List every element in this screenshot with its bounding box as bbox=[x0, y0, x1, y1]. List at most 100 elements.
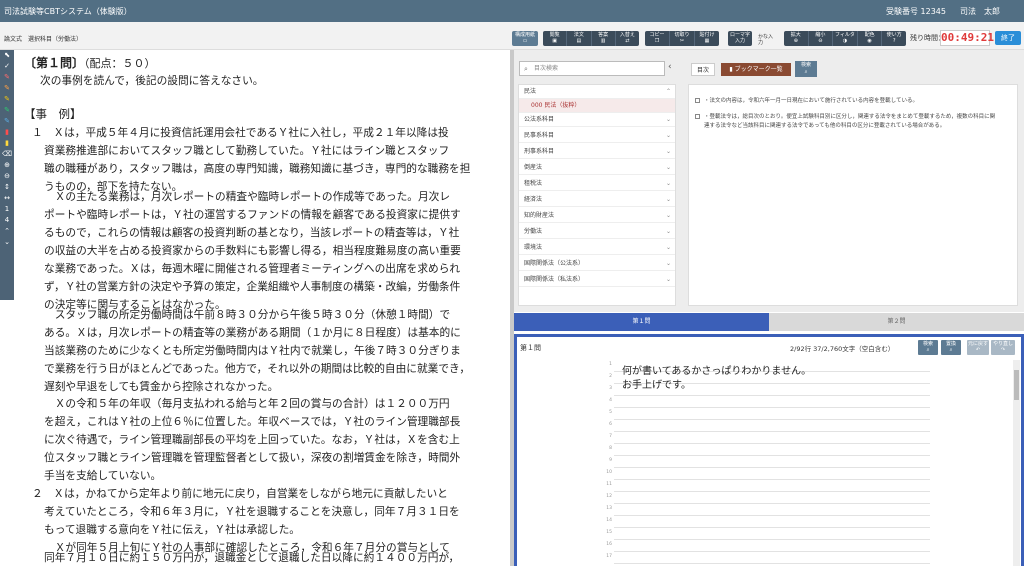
scrollbar-thumb[interactable] bbox=[1014, 370, 1019, 400]
question-panel: 〔第１問〕（配点：５０） 次の事例を読んで，後記の設問に答えなさい。 【事 例】… bbox=[14, 50, 510, 566]
collapse-chevron-icon[interactable]: ‹ bbox=[668, 62, 672, 72]
redo-icon: ↷ bbox=[1000, 347, 1006, 353]
answer-replace-button[interactable]: 置換 ⌕ bbox=[941, 340, 961, 355]
toc-item[interactable]: 公法系科目 ⌄ bbox=[519, 113, 675, 127]
answer-line bbox=[614, 456, 930, 468]
tab-answer-1[interactable]: 第１問 bbox=[514, 313, 769, 331]
pointer-icon[interactable]: ⬉ bbox=[0, 50, 14, 61]
question-line: １ Ｘは，平成５年４月に投資信託運用会社であるＹ社に入社し，平成２１年以降は投 bbox=[32, 126, 449, 139]
chevron-down-icon: ⌄ bbox=[665, 244, 671, 251]
check-icon[interactable]: ✓ bbox=[0, 61, 14, 72]
toc-item[interactable]: 環境法 ⌄ bbox=[519, 241, 675, 255]
question-line: スタッフ職の所定労働時間は午前８時３０分から午後５時３０分（休憩１時間）で bbox=[44, 308, 451, 321]
chevron-down-icon: ⌄ bbox=[665, 212, 671, 219]
line-number: 13 bbox=[606, 506, 612, 511]
page-number-icon[interactable]: 1 bbox=[0, 204, 14, 215]
yellow-marker-icon[interactable]: ▮ bbox=[0, 138, 14, 149]
swap-button[interactable]: 入替え ⇄ bbox=[616, 31, 639, 46]
end-exam-button[interactable]: 終了 bbox=[995, 31, 1021, 45]
toolbar-group-input: ローマ字入力 bbox=[728, 31, 752, 46]
filter-button[interactable]: フィルタ ◑ bbox=[833, 31, 858, 46]
line-number: 8 bbox=[609, 446, 612, 451]
red-marker-icon[interactable]: ▮ bbox=[0, 127, 14, 138]
answer-line bbox=[614, 432, 930, 444]
line-number: 2 bbox=[609, 374, 612, 379]
zoom-in-button[interactable]: 拡大 ⊕ bbox=[784, 31, 809, 46]
main-toolbar: 論文式 選択科目（労働法） 構成用紙 ▭ 閲覧 ▣ 法文 ▤ 答案 ▥ 入替え ⇄ コピー… bbox=[0, 22, 1024, 50]
line-number: 15 bbox=[606, 530, 612, 535]
copy-button[interactable]: コピー ❐ bbox=[645, 31, 670, 46]
question-line: 当該業務のために少なくとも所定労働時間内はＹ社内で就業し，午後７時３０分ぎりま bbox=[44, 344, 461, 357]
zoom-in-icon[interactable]: ⊕ bbox=[0, 160, 14, 171]
chevron-down-icon: ⌄ bbox=[665, 228, 671, 235]
zoom-out-button[interactable]: 縮小 ⊖ bbox=[809, 31, 834, 46]
toc-item[interactable]: 倒産法 ⌄ bbox=[519, 161, 675, 175]
law-search-button[interactable]: 検索 ⌕ bbox=[795, 61, 817, 77]
zoom-out-icon[interactable]: ⊖ bbox=[0, 171, 14, 182]
toc-item[interactable]: 国際関係法（私法系） ⌄ bbox=[519, 273, 675, 287]
romaji-input-button[interactable]: ローマ字入力 bbox=[728, 31, 752, 46]
tab-bookmarks[interactable]: ▮ ブックマーク一覧 bbox=[721, 63, 791, 76]
kana-input-label[interactable]: かな入力 bbox=[758, 34, 776, 46]
toc-item[interactable]: 民事系科目 ⌄ bbox=[519, 129, 675, 143]
toc-item[interactable]: 民法 ⌃ bbox=[519, 85, 675, 99]
answer-question-label: 第１問 bbox=[520, 344, 541, 352]
tab-toc[interactable]: 目次 bbox=[691, 63, 715, 76]
chevron-up-icon[interactable]: ⌃ bbox=[0, 226, 14, 237]
red-pen-icon[interactable]: ✎ bbox=[0, 72, 14, 83]
color-scheme-button[interactable]: 配色 ◉ bbox=[858, 31, 883, 46]
toc-subitem[interactable]: 000 民法（抜粋） bbox=[519, 99, 675, 113]
toc-search-input[interactable]: ⌕ 目次検索 bbox=[519, 61, 665, 76]
toc-item[interactable]: 知的財産法 ⌄ bbox=[519, 209, 675, 223]
question-line: 考えていたところ，令和６年３月に，Ｙ社を退職することを決意し，同年７月３１日を bbox=[44, 505, 460, 518]
fit-height-icon[interactable]: ↕ bbox=[0, 182, 14, 193]
question-line: 手当を支給していない。 bbox=[44, 469, 162, 482]
question-line: 職の職種があり，スタッフ職は，高度の専門知識，職務知識に基づき，専門的な職務を担 bbox=[44, 162, 471, 175]
user-name: 司法 太郎 bbox=[960, 7, 1000, 16]
countdown-timer: 00:49:21 bbox=[940, 30, 994, 46]
question-line: 次の事例を読んで，後記の設問に答えなさい。 bbox=[40, 74, 264, 87]
line-number: 11 bbox=[606, 482, 612, 487]
toc-item[interactable]: 国際関係法（公法系） ⌄ bbox=[519, 257, 675, 271]
answer-line bbox=[614, 492, 930, 504]
tab-answer-2[interactable]: 第２問 bbox=[769, 313, 1024, 331]
toc-item[interactable]: 租税法 ⌄ bbox=[519, 177, 675, 191]
toc-item[interactable]: 経済法 ⌄ bbox=[519, 193, 675, 207]
fit-width-icon[interactable]: ↔ bbox=[0, 193, 14, 204]
toc-item[interactable]: 刑事系科目 ⌄ bbox=[519, 145, 675, 159]
chevron-down-icon[interactable]: ⌄ bbox=[0, 237, 14, 248]
yellow-pen-icon[interactable]: ✎ bbox=[0, 94, 14, 105]
toolbar-group-edit: コピー ❐ 切取り ✂ 貼付け ▦ bbox=[645, 31, 719, 46]
orange-pen-icon[interactable]: ✎ bbox=[0, 83, 14, 94]
answer-line bbox=[614, 528, 930, 540]
draft-sheet-button[interactable]: 構成用紙 ▭ bbox=[512, 31, 538, 46]
cut-button[interactable]: 切取り ✂ bbox=[670, 31, 695, 46]
help-button[interactable]: 使い方? bbox=[882, 31, 906, 46]
answer-button[interactable]: 答案 ▥ bbox=[592, 31, 616, 46]
answer-search-button[interactable]: 検索 ⌕ bbox=[918, 340, 938, 355]
answer-line bbox=[614, 408, 930, 420]
law-note: 連する法令など当該科目に関連する法令であっても他の科目の区分に登載されている場合… bbox=[704, 123, 946, 129]
undo-button[interactable]: 元に戻す ↶ bbox=[967, 340, 989, 355]
answer-scrollbar[interactable] bbox=[1013, 360, 1020, 566]
answer-counter: 2/92行 37/2,760文字（空白含む） bbox=[790, 345, 895, 353]
answer-text-line[interactable]: 何が書いてあるかさっぱりわかりません。 bbox=[622, 362, 811, 377]
chevron-down-icon: ⌄ bbox=[665, 116, 671, 123]
answer-text-line[interactable]: お手上げです。 bbox=[622, 376, 691, 391]
checkbox-icon bbox=[695, 98, 700, 103]
redo-button[interactable]: やり直し ↷ bbox=[991, 340, 1015, 355]
law-text-button[interactable]: 法文 ▤ bbox=[567, 31, 592, 46]
question-line: もって退職する意向をＹ社に伝え，Ｙ社は承認した。 bbox=[44, 523, 300, 536]
blue-pen-icon[interactable]: ✎ bbox=[0, 116, 14, 127]
line-number: 1 bbox=[609, 362, 612, 367]
checkbox-icon bbox=[695, 114, 700, 119]
toc-item[interactable]: 労働法 ⌄ bbox=[519, 225, 675, 239]
answer-line bbox=[614, 552, 930, 564]
green-pen-icon[interactable]: ✎ bbox=[0, 105, 14, 116]
eraser-icon[interactable]: ⌫ bbox=[0, 149, 14, 160]
chevron-down-icon: ⌄ bbox=[665, 148, 671, 155]
chevron-down-icon: ⌄ bbox=[665, 132, 671, 139]
subject-label: 論文式 選択科目（労働法） bbox=[4, 36, 83, 43]
browse-button[interactable]: 閲覧 ▣ bbox=[543, 31, 568, 46]
paste-button[interactable]: 貼付け ▦ bbox=[695, 31, 719, 46]
